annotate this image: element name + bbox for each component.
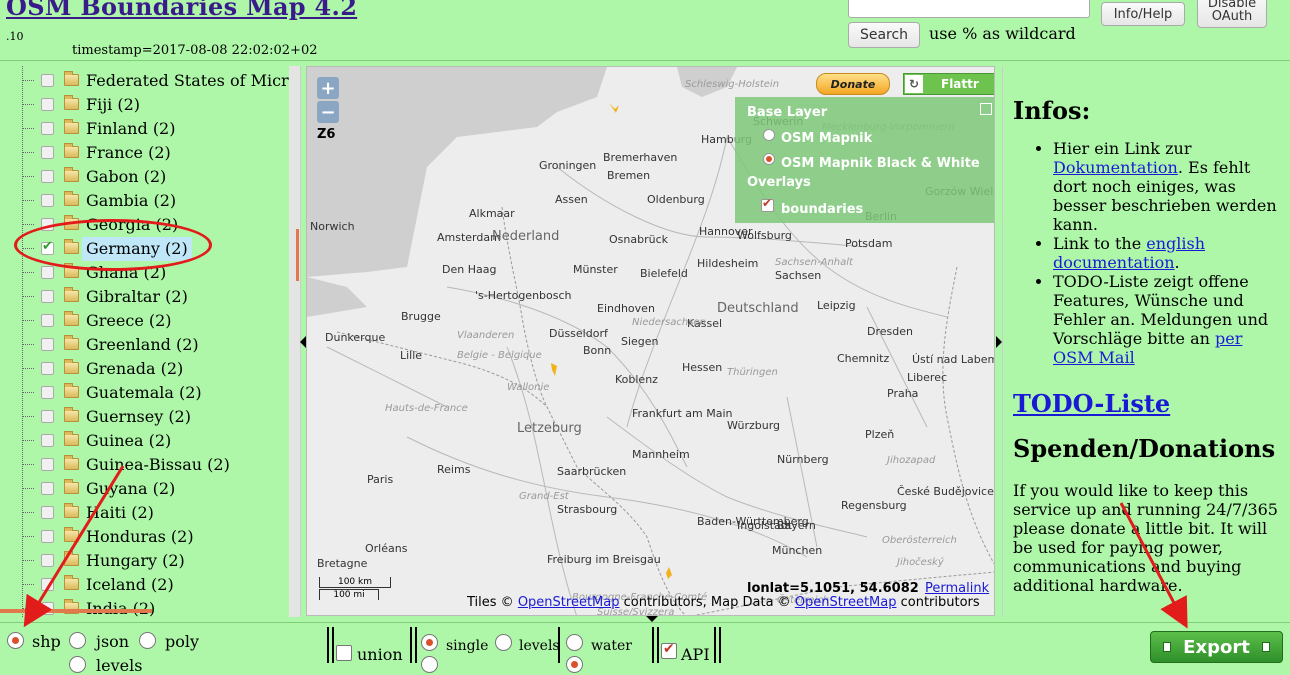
arrow-to-export [1119,502,1188,629]
arrow-to-shp [23,465,125,628]
annotation-arrows [23,465,1188,629]
